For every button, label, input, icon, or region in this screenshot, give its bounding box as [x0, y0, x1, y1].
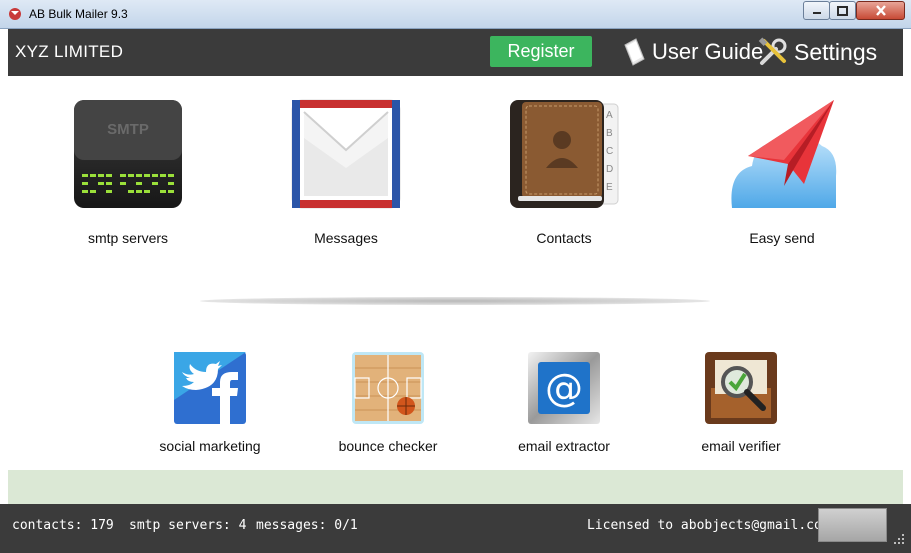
smtp-servers-label: smtp servers [87, 230, 169, 246]
svg-text:A: A [606, 110, 613, 121]
message-band [8, 470, 903, 504]
paper-plane-icon [731, 100, 837, 208]
email-extractor-tile[interactable]: @ email extractor [499, 352, 629, 454]
svg-text:C: C [606, 146, 613, 157]
svg-text:D: D [606, 164, 613, 175]
magnifier-check-icon [705, 352, 777, 424]
bounce-checker-label: bounce checker [338, 438, 438, 454]
svg-text:@: @ [545, 366, 583, 410]
envelope-icon [291, 99, 401, 209]
close-button[interactable] [856, 1, 905, 20]
twitter-facebook-icon [174, 352, 246, 424]
tools-icon [758, 37, 787, 65]
basketball-court-icon [352, 352, 424, 424]
main-content: SMTP smtp servers Messages A B C D E Con… [8, 76, 903, 470]
email-extractor-label: email extractor [518, 438, 610, 454]
social-marketing-label: social marketing [159, 438, 261, 454]
smtp-servers-count: smtp servers: 4 [129, 518, 247, 533]
smtp-servers-tile[interactable]: SMTP smtp servers [63, 98, 193, 246]
smtp-server-icon: SMTP [74, 100, 182, 208]
window-title: AB Bulk Mailer 9.3 [29, 7, 128, 21]
svg-text:E: E [606, 182, 613, 193]
title-bar: AB Bulk Mailer 9.3 [0, 0, 911, 29]
contacts-count: contacts: 179 [12, 518, 114, 533]
license-text: Licensed to abobjects@gmail.com [587, 518, 830, 533]
settings-button[interactable]: Settings [758, 35, 877, 69]
svg-text:SMTP: SMTP [107, 121, 149, 138]
section-divider [200, 297, 710, 305]
user-guide-label: User Guide [652, 39, 764, 64]
maximize-button[interactable] [829, 1, 856, 20]
minimize-icon [812, 11, 821, 14]
minimize-button[interactable] [803, 1, 830, 20]
email-verifier-label: email verifier [701, 438, 781, 454]
email-verifier-tile[interactable]: email verifier [676, 352, 806, 454]
status-bar: contacts: 179 smtp servers: 4 messages: … [0, 504, 911, 553]
messages-tile[interactable]: Messages [281, 98, 411, 246]
status-button[interactable] [818, 508, 887, 542]
svg-text:B: B [606, 128, 613, 139]
contacts-label: Contacts [536, 230, 592, 246]
at-sign-icon: @ [528, 352, 600, 424]
messages-count: messages: 0/1 [256, 518, 358, 533]
register-button[interactable]: Register [490, 36, 592, 67]
close-icon [875, 5, 886, 16]
bounce-checker-tile[interactable]: bounce checker [323, 352, 453, 454]
resize-grip-icon[interactable] [892, 532, 906, 546]
social-marketing-tile[interactable]: social marketing [145, 352, 275, 454]
address-book-icon: ABCDE [510, 100, 619, 208]
messages-label: Messages [314, 230, 378, 246]
app-header: XYZ LIMITED Register User Guide Settings [8, 29, 903, 76]
company-name: XYZ LIMITED [15, 42, 124, 61]
settings-label: Settings [794, 38, 878, 65]
user-guide-button[interactable]: User Guide [622, 35, 763, 69]
contacts-tile[interactable]: ABCDE Contacts [499, 98, 629, 246]
easy-send-tile[interactable]: Easy send [717, 98, 847, 246]
maximize-icon [837, 5, 848, 16]
book-icon [624, 38, 645, 66]
easy-send-label: Easy send [749, 230, 815, 246]
app-icon [9, 8, 21, 20]
